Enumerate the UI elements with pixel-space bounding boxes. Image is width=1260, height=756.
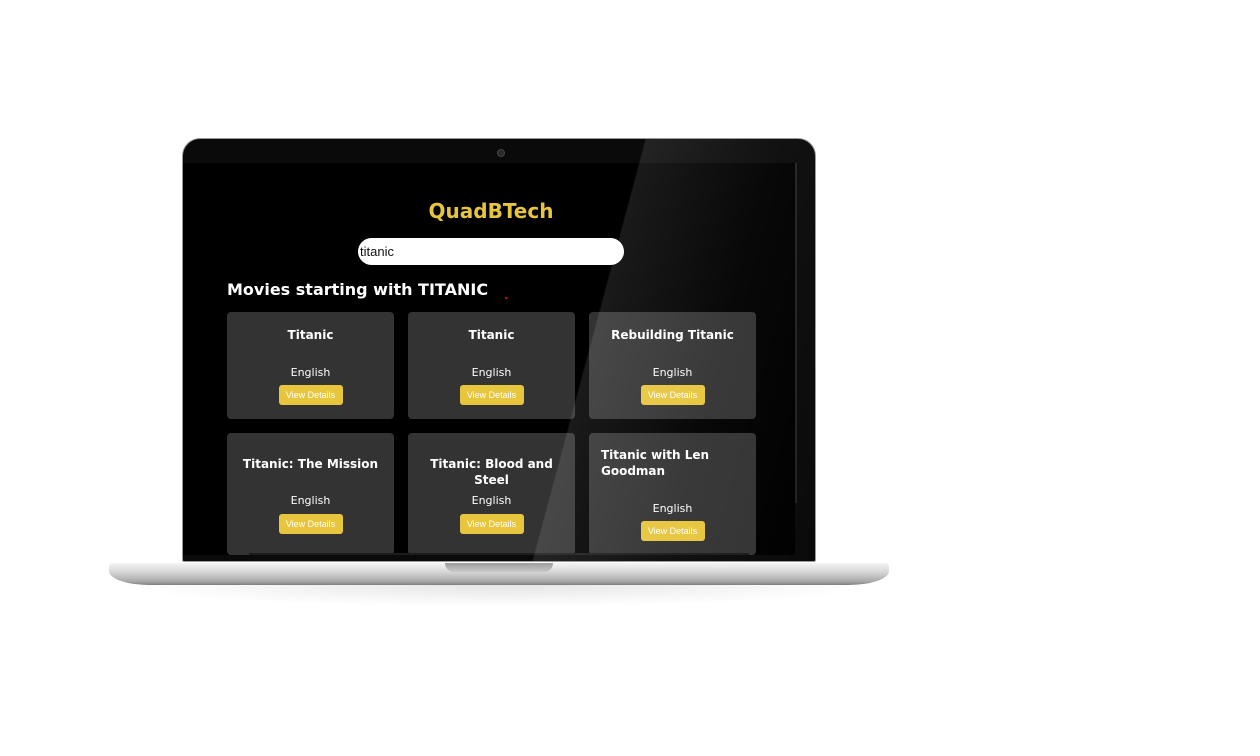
movie-grid-row-2: Titanic: The Mission English View Detail…: [227, 433, 757, 555]
movie-card: Titanic: Blood and Steel English View De…: [408, 433, 575, 555]
movie-card: Titanic English View Details: [227, 312, 394, 419]
view-details-button[interactable]: View Details: [459, 385, 524, 405]
movie-title: Titanic: Blood and Steel: [430, 457, 553, 487]
screen-scrollbar-track: [795, 163, 797, 503]
view-details-button[interactable]: View Details: [459, 514, 524, 534]
movie-title: Titanic: [468, 328, 515, 342]
movie-title: Titanic: The Mission: [242, 457, 379, 471]
movie-title: Titanic with Len Goodman: [601, 448, 710, 478]
movie-language: English: [652, 366, 693, 379]
view-details-button[interactable]: View Details: [640, 521, 705, 541]
red-dot: [505, 297, 507, 299]
movie-language: English: [290, 366, 331, 379]
results-heading: Movies starting with TITANIC: [227, 280, 489, 299]
movie-grid: Titanic English View Details Titanic Eng…: [227, 312, 757, 419]
laptop-shadow: [115, 585, 885, 607]
view-details-button[interactable]: View Details: [640, 385, 705, 405]
laptop-mockup: QuadBTech Movies starting with TITANIC T…: [0, 0, 1260, 756]
app-title: QuadBTech: [428, 199, 554, 223]
movie-title: Rebuilding Titanic: [611, 328, 734, 342]
laptop-notch: [445, 563, 553, 572]
movie-card: Titanic English View Details: [408, 312, 575, 419]
view-details-button[interactable]: View Details: [278, 385, 343, 405]
view-details-button[interactable]: View Details: [278, 514, 343, 534]
movie-language: English: [290, 494, 331, 507]
movie-card: Titanic: The Mission English View Detail…: [227, 433, 394, 555]
laptop-lid: QuadBTech Movies starting with TITANIC T…: [182, 138, 816, 562]
laptop-base: [109, 563, 889, 585]
movie-card: Titanic with Len Goodman English View De…: [589, 433, 756, 555]
movie-title: Titanic: [287, 328, 334, 342]
search-input[interactable]: [358, 238, 624, 265]
bezel-edge: [249, 553, 749, 555]
movie-language: English: [471, 366, 512, 379]
camera-icon: [497, 149, 505, 157]
movie-language: English: [471, 494, 512, 507]
movie-language: English: [652, 502, 693, 515]
app-screen: QuadBTech Movies starting with TITANIC T…: [183, 163, 795, 555]
movie-card: Rebuilding Titanic English View Details: [589, 312, 756, 419]
